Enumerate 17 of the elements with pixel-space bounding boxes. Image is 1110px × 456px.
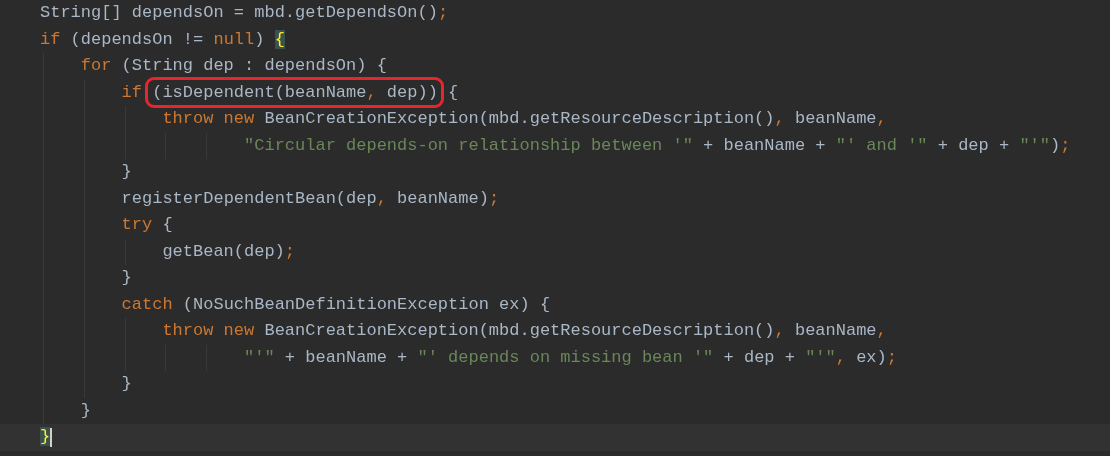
code-line: throw new BeanCreationException(mbd.getResourceDescription(), beanName, (162, 320, 887, 342)
code-line: if (dependsOn != null) { (40, 28, 285, 51)
code-line: } (121, 373, 132, 395)
text-cursor (50, 427, 53, 447)
code-line: String[] dependsOn = mbd.getDependsOn(); (40, 2, 449, 24)
code-line: registerDependentBean(dep, beanName); (121, 187, 500, 210)
code-line: "Circular depends-on relationship between '" + beanName + "' and '" + dep + "'"); (244, 134, 1071, 157)
code-line: } (80, 399, 91, 422)
code-line: getBean(dep); (162, 240, 296, 263)
code-line: catch (NoSuchBeanDefinitionException ex) { (121, 293, 551, 316)
code-line: try { (121, 214, 173, 236)
code-line: "'" + beanName + "' depends on missing bean '" + dep + "'", ex); (244, 346, 897, 369)
code-line: if (isDependent(beanName, dep)) { (121, 79, 459, 106)
code-line: for (String dep : dependsOn) { (80, 55, 387, 77)
code-line: } (121, 267, 132, 289)
code-line: } (121, 161, 132, 183)
code-line: throw new BeanCreationException(mbd.getResourceDescription(), beanName, (162, 108, 887, 130)
